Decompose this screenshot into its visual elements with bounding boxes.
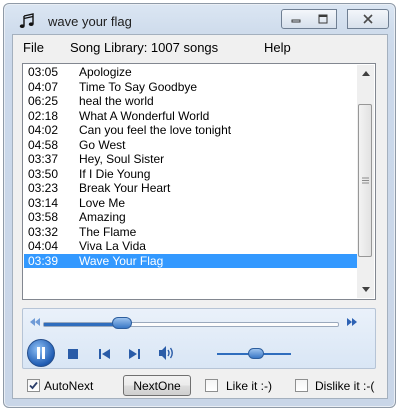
close-button[interactable] xyxy=(347,9,389,29)
song-duration: 03:37 xyxy=(28,152,59,166)
seek-bar[interactable] xyxy=(43,322,339,327)
menu-bar: File Song Library: 1007 songs Help xyxy=(13,35,387,57)
scroll-up-button[interactable] xyxy=(357,65,374,82)
dislike-checkbox[interactable] xyxy=(295,379,308,392)
player-controls xyxy=(22,308,376,369)
pause-icon xyxy=(37,347,45,359)
list-item[interactable]: 04:02 Can you feel the love tonight xyxy=(24,123,357,138)
minimize-icon xyxy=(291,19,300,23)
song-title: Can you feel the love tonight xyxy=(79,123,232,137)
song-title: The Flame xyxy=(79,224,137,239)
song-duration: 03:05 xyxy=(28,65,59,79)
chevron-up-icon xyxy=(361,71,370,76)
menu-file[interactable]: File xyxy=(23,40,44,55)
music-notes-icon xyxy=(19,13,34,28)
song-duration: 02:18 xyxy=(28,108,59,123)
fast-forward-icon[interactable] xyxy=(347,318,357,326)
autonext-checkbox[interactable] xyxy=(27,379,40,392)
like-checkbox[interactable] xyxy=(205,379,218,392)
song-title: Time To Say Goodbye xyxy=(79,79,198,94)
song-title: heal the world xyxy=(79,94,154,108)
song-duration: 03:50 xyxy=(28,166,59,181)
song-duration: 04:07 xyxy=(28,79,59,94)
song-duration: 04:02 xyxy=(28,123,59,137)
playlist-list[interactable]: 03:05 Apologize 04:07 Time To Say Goodbye 06… xyxy=(22,63,376,300)
pause-button[interactable] xyxy=(27,339,55,367)
vertical-scrollbar[interactable] xyxy=(357,65,374,298)
song-title: What A Wonderful World xyxy=(79,108,210,123)
list-item[interactable]: 03:05 Apologize xyxy=(24,65,357,80)
close-icon xyxy=(363,14,373,24)
nextone-button[interactable]: NextOne xyxy=(123,375,191,396)
song-title: Hey, Soul Sister xyxy=(79,152,165,166)
list-item[interactable]: 02:18 What A Wonderful World xyxy=(24,109,357,124)
song-title: Apologize xyxy=(79,65,132,79)
seek-thumb[interactable] xyxy=(112,317,133,329)
scroll-down-button[interactable] xyxy=(357,281,374,298)
list-item[interactable]: 03:23 Break Your Heart xyxy=(24,181,357,196)
client-area: File Song Library: 1007 songs Help 03:05… xyxy=(12,34,388,399)
song-duration: 03:32 xyxy=(28,224,59,239)
song-title: Go West xyxy=(79,137,126,152)
previous-track-icon[interactable] xyxy=(99,349,110,359)
list-item[interactable]: 06:25 heal the world xyxy=(24,94,357,109)
checkmark-icon xyxy=(29,381,38,390)
list-item[interactable]: 03:14 Love Me xyxy=(24,196,357,211)
song-duration: 03:23 xyxy=(28,181,59,195)
rewind-icon[interactable] xyxy=(30,318,40,326)
song-title: If I Die Young xyxy=(79,166,151,181)
menu-help[interactable]: Help xyxy=(264,40,291,55)
dislike-label: Dislike it :-( xyxy=(315,379,375,393)
minimize-button[interactable] xyxy=(281,9,310,29)
playlist-rows: 03:05 Apologize 04:07 Time To Say Goodbye 06… xyxy=(24,65,357,268)
like-label: Like it :-) xyxy=(226,379,273,393)
song-title: Viva La Vida xyxy=(79,239,146,253)
song-duration: 04:58 xyxy=(28,137,59,152)
grip-icon xyxy=(361,177,369,184)
song-title: Love Me xyxy=(79,195,126,210)
song-duration: 04:04 xyxy=(28,239,59,253)
volume-thumb[interactable] xyxy=(248,348,264,359)
song-duration: 03:14 xyxy=(28,195,59,210)
list-item[interactable]: 04:07 Time To Say Goodbye xyxy=(24,80,357,95)
scroll-thumb[interactable] xyxy=(358,104,372,257)
song-duration: 06:25 xyxy=(28,94,59,108)
song-duration: 03:58 xyxy=(28,210,59,224)
maximize-icon xyxy=(318,14,327,24)
stop-icon[interactable] xyxy=(68,349,78,359)
list-item[interactable]: 03:32 The Flame xyxy=(24,225,357,240)
menu-song-library[interactable]: Song Library: 1007 songs xyxy=(70,40,218,55)
song-title: Break Your Heart xyxy=(79,181,171,195)
list-item[interactable]: 04:58 Go West xyxy=(24,138,357,153)
list-item[interactable]: 04:04 Viva La Vida xyxy=(24,239,357,254)
list-item[interactable]: 03:58 Amazing xyxy=(24,210,357,225)
list-item[interactable]: 03:50 If I Die Young xyxy=(24,167,357,182)
bottom-bar: AutoNext NextOne Like it :-) Dislike it … xyxy=(13,373,387,399)
song-duration: 03:39 xyxy=(28,253,59,268)
autonext-label: AutoNext xyxy=(44,379,94,393)
title-bar[interactable]: wave your flag xyxy=(4,4,395,34)
chevron-down-icon xyxy=(361,287,370,292)
app-window: wave your flag File Song Library: 1007 s… xyxy=(3,3,396,408)
speaker-icon[interactable] xyxy=(159,346,176,360)
window-title: wave your flag xyxy=(48,14,132,29)
song-title: Wave Your Flag xyxy=(79,253,164,268)
song-title: Amazing xyxy=(79,210,126,224)
next-track-icon[interactable] xyxy=(129,349,140,359)
list-item[interactable]: 03:37 Hey, Soul Sister xyxy=(24,152,357,167)
maximize-button[interactable] xyxy=(309,9,337,29)
list-item[interactable]: 03:39 Wave Your Flag xyxy=(24,253,357,268)
